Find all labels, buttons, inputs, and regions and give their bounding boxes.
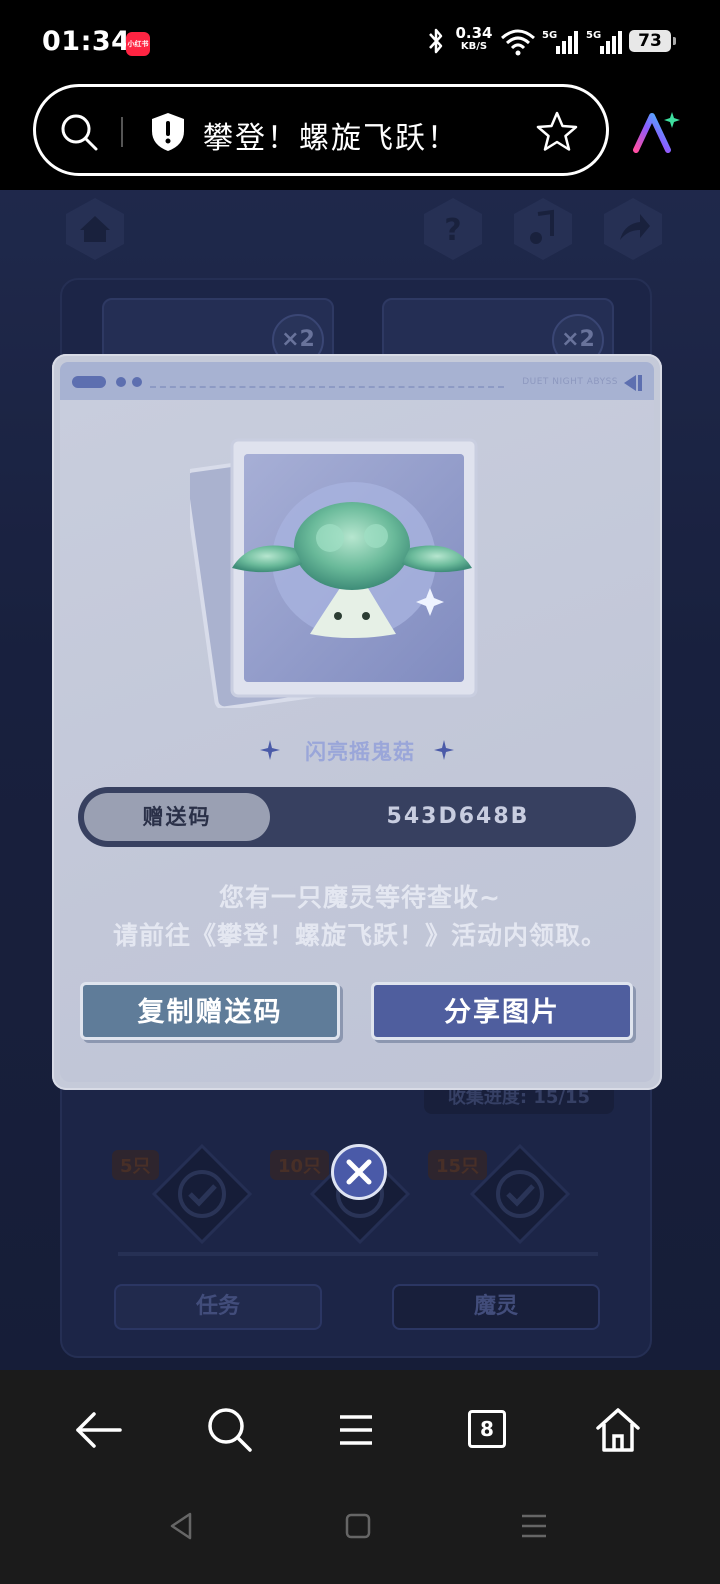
header-dot bbox=[116, 377, 126, 387]
gift-code-value[interactable]: 543D648B bbox=[308, 787, 608, 847]
address-bar[interactable]: 攀登！螺旋飞跃！ bbox=[33, 84, 609, 176]
page-title[interactable]: 攀登！螺旋飞跃！ bbox=[203, 113, 459, 157]
wifi-icon bbox=[501, 29, 535, 56]
status-bar: 01:34 小红书 0.34 KB/S 5G 5G 73 bbox=[0, 0, 720, 84]
bluetooth-icon bbox=[429, 28, 443, 54]
copy-code-button[interactable]: 复制赠送码 bbox=[80, 982, 340, 1040]
header-dot bbox=[132, 377, 142, 387]
spirit-card-illustration bbox=[190, 438, 478, 708]
header-arrow-icon bbox=[624, 375, 642, 391]
system-recents-icon[interactable] bbox=[514, 1506, 554, 1546]
tab-count: 8 bbox=[468, 1410, 506, 1448]
tabs-button[interactable]: 8 bbox=[456, 1400, 516, 1460]
network-speed-unit: KB/S bbox=[460, 41, 488, 52]
signal-5g-sim2-icon: 5G bbox=[586, 30, 622, 54]
message-line-1: 您有一只魔灵等待查收~ bbox=[219, 883, 501, 912]
menu-icon[interactable] bbox=[326, 1400, 386, 1460]
gift-code-field[interactable]: 赠送码 543D648B bbox=[78, 787, 636, 847]
star-bookmark-icon[interactable] bbox=[534, 109, 580, 155]
shield-icon[interactable] bbox=[148, 111, 188, 153]
gift-code-label: 赠送码 bbox=[84, 793, 270, 841]
spirit-name: 闪亮摇鬼菇 bbox=[305, 740, 415, 764]
battery-indicator: 73 bbox=[629, 30, 676, 52]
sim2-label: 5G bbox=[586, 30, 601, 41]
back-arrow-icon[interactable] bbox=[68, 1400, 128, 1460]
ai-assistant-icon[interactable] bbox=[632, 110, 682, 156]
search-icon[interactable] bbox=[58, 111, 102, 155]
header-decoration bbox=[72, 376, 106, 388]
message-line-2: 请前往《攀登！螺旋飞跃！》活动内领取。 bbox=[112, 921, 607, 950]
search-icon[interactable] bbox=[200, 1400, 260, 1460]
close-icon bbox=[346, 1159, 372, 1185]
address-separator bbox=[121, 117, 123, 147]
browser-bottom-bar: 8 bbox=[0, 1370, 720, 1584]
dialog-header: DUET NIGHT ABYSS bbox=[60, 362, 654, 400]
network-speed: 0.34 KB/S bbox=[454, 26, 494, 53]
dialog-brand-text: DUET NIGHT ABYSS bbox=[522, 377, 618, 387]
close-dialog-button[interactable] bbox=[331, 1144, 387, 1200]
system-back-icon[interactable] bbox=[162, 1506, 202, 1546]
share-image-button[interactable]: 分享图片 bbox=[371, 982, 633, 1040]
system-home-icon[interactable] bbox=[338, 1506, 378, 1546]
signal-5g-sim1-icon: 5G bbox=[542, 30, 578, 54]
home-icon[interactable] bbox=[588, 1400, 648, 1460]
status-icons: 0.34 KB/S 5G 5G 73 bbox=[420, 24, 720, 60]
sparkle-icon bbox=[434, 740, 454, 760]
browser-toolbar: 攀登！螺旋飞跃！ bbox=[0, 84, 720, 190]
status-time: 01:34 bbox=[42, 26, 131, 57]
header-dashed-line bbox=[150, 386, 504, 388]
sim1-label: 5G bbox=[542, 30, 557, 41]
xiaohongshu-notification-icon: 小红书 bbox=[126, 32, 150, 56]
network-speed-value: 0.34 bbox=[455, 24, 493, 42]
